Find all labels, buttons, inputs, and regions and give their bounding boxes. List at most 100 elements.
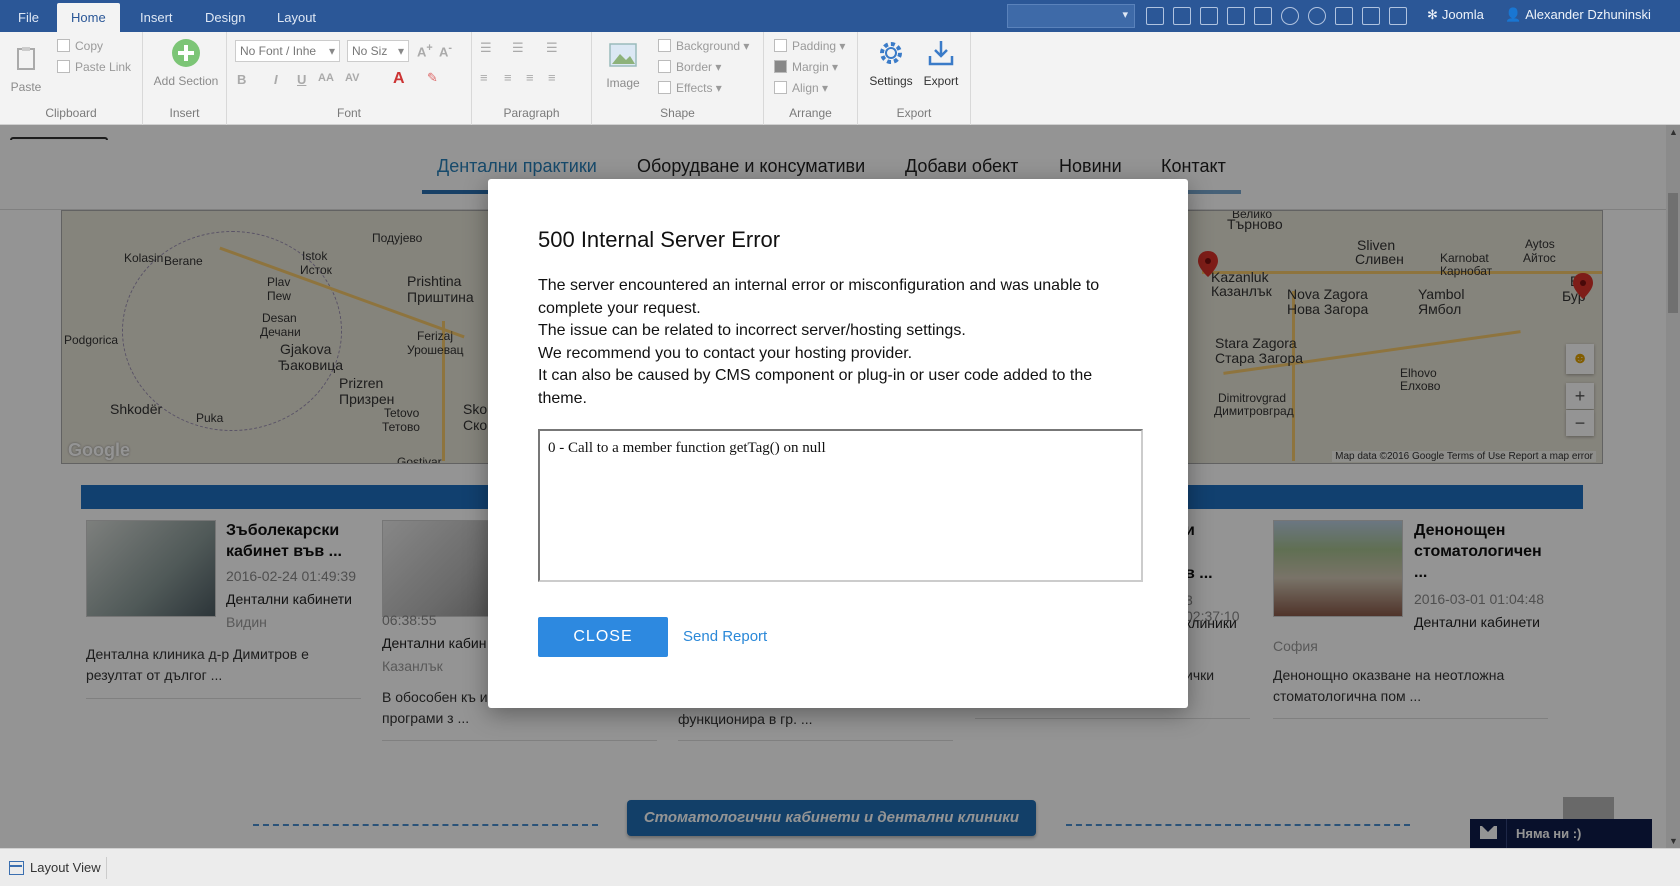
align-label: Align xyxy=(792,81,819,95)
align-center-icon[interactable]: ≡ xyxy=(504,70,512,85)
gear-icon xyxy=(880,42,902,64)
dialog-message-line: The issue can be related to incorrect se… xyxy=(538,322,966,339)
border-icon xyxy=(658,60,671,73)
paragraph-group-label: Paragraph xyxy=(503,106,560,120)
italic-icon[interactable]: I xyxy=(274,72,278,87)
background-label: Background xyxy=(676,39,741,53)
close-button[interactable]: CLOSE xyxy=(538,617,668,657)
globe-icon[interactable] xyxy=(1281,7,1299,25)
letter-spacing-icon[interactable]: AV xyxy=(345,72,359,84)
grow-font-icon[interactable]: A+ xyxy=(417,42,433,59)
layout-view-icon[interactable] xyxy=(9,861,24,875)
dialog-message-line: We recommend you to contact your hosting… xyxy=(538,344,913,362)
margin-label: Margin xyxy=(792,60,829,74)
shrink-font-icon[interactable]: A- xyxy=(439,42,452,59)
page-select[interactable] xyxy=(1007,4,1135,28)
clear-format-icon[interactable]: ✎ xyxy=(427,70,438,86)
indent-icon[interactable]: ☰ xyxy=(546,40,558,56)
dialog-message: The server encountered an internal error… xyxy=(538,275,1118,410)
font-group: No Font / Inhe No Siz A+ A- B I U AA AV … xyxy=(227,32,472,125)
clipboard-group-label: Clipboard xyxy=(45,106,97,120)
refresh-icon[interactable] xyxy=(1308,7,1326,25)
align-icon xyxy=(774,81,787,94)
export-button[interactable]: Export xyxy=(920,38,962,88)
align-button[interactable]: Align ▾ xyxy=(774,81,828,95)
background-icon xyxy=(658,39,671,52)
background-button[interactable]: Background ▾ xyxy=(658,39,749,53)
send-report-link[interactable]: Send Report xyxy=(683,628,767,645)
padding-icon xyxy=(774,39,787,52)
justify-icon[interactable]: ≡ xyxy=(548,70,556,85)
copy-icon xyxy=(57,39,70,52)
export-group: Settings Export Export xyxy=(858,32,971,125)
paste-icon xyxy=(17,47,35,70)
image-label: Image xyxy=(606,76,640,90)
arrange-group-label: Arrange xyxy=(789,106,832,120)
ribbon: Paste Copy Paste Link Clipboard Add Sect… xyxy=(0,32,1680,125)
arrange-group: Padding ▾ Margin ▾ Align ▾ Arrange xyxy=(764,32,858,125)
border-button[interactable]: Border ▾ xyxy=(658,60,721,74)
font-group-label: Font xyxy=(336,106,361,120)
align-right-icon[interactable]: ≡ xyxy=(526,70,534,85)
error-dialog: 500 Internal Server Error The server enc… xyxy=(488,179,1188,708)
paragraph-group: ☰ ☰ ☰ ≡ ≡ ≡ ≡ Paragraph xyxy=(472,32,592,125)
settings-label: Settings xyxy=(869,74,913,88)
save-icon[interactable] xyxy=(1254,7,1272,25)
paste-label: Paste xyxy=(10,80,42,94)
line-spacing-icon[interactable]: ☰ xyxy=(480,40,492,56)
tab-layout[interactable]: Layout xyxy=(263,3,330,32)
align-left-icon[interactable]: ≡ xyxy=(480,70,488,85)
paste-link-label: Paste Link xyxy=(75,60,132,74)
margin-icon xyxy=(774,60,787,73)
tablet-view-icon[interactable] xyxy=(1200,7,1218,25)
preview-icon[interactable] xyxy=(1389,7,1407,25)
error-details-textarea[interactable]: 0 - Call to a member function getTag() o… xyxy=(538,429,1143,582)
image-icon xyxy=(609,43,637,67)
add-section-button[interactable]: Add Section xyxy=(151,38,221,88)
tab-home[interactable]: Home xyxy=(57,3,120,32)
list-icon[interactable]: ☰ xyxy=(512,40,524,56)
clipboard-group: Paste Copy Paste Link Clipboard xyxy=(0,32,143,125)
joomla-icon: ✻ xyxy=(1427,7,1438,22)
effects-button[interactable]: Effects ▾ xyxy=(658,81,722,95)
paste-link-button[interactable]: Paste Link xyxy=(57,60,131,74)
margin-button[interactable]: Margin ▾ xyxy=(774,60,838,74)
dialog-message-line: The server encountered an internal error… xyxy=(538,277,1100,317)
desktop-view-icon[interactable] xyxy=(1146,7,1164,25)
user-icon: 👤 xyxy=(1505,7,1522,22)
effects-label: Effects xyxy=(676,81,713,95)
shape-group-label: Shape xyxy=(660,106,695,120)
joomla-link[interactable]: ✻ Joomla xyxy=(1427,7,1484,23)
copy-button[interactable]: Copy xyxy=(57,39,103,53)
dialog-title: 500 Internal Server Error xyxy=(538,227,781,252)
bold-icon[interactable]: B xyxy=(237,72,246,87)
padding-button[interactable]: Padding ▾ xyxy=(774,39,845,53)
effects-icon xyxy=(658,81,671,94)
redo-icon[interactable] xyxy=(1362,7,1380,25)
status-bar: Layout View xyxy=(0,848,1680,886)
ribbon-tabbar: File Home Insert Design Layout ✻Joomla 👤… xyxy=(0,0,1680,32)
add-section-label: Add Section xyxy=(153,74,219,88)
tab-file[interactable]: File xyxy=(4,3,53,32)
settings-button[interactable]: Settings xyxy=(866,38,916,88)
phone-view-icon[interactable] xyxy=(1227,7,1245,25)
font-color-icon[interactable]: A xyxy=(393,70,405,88)
undo-icon[interactable] xyxy=(1335,7,1353,25)
underline-icon[interactable]: U xyxy=(297,72,306,87)
layout-view-label[interactable]: Layout View xyxy=(30,860,101,875)
font-size-select[interactable]: No Siz xyxy=(347,40,409,62)
insert-group: Add Section Insert xyxy=(143,32,227,125)
user-menu[interactable]: 👤 Alexander Dzhuninski xyxy=(1505,7,1651,23)
dialog-message-line: It can also be caused by CMS component o… xyxy=(538,367,1093,407)
font-family-select[interactable]: No Font / Inhe xyxy=(235,40,340,62)
tab-design[interactable]: Design xyxy=(191,3,259,32)
padding-label: Padding xyxy=(792,39,837,53)
change-case-icon[interactable]: AA xyxy=(318,72,334,84)
tab-insert[interactable]: Insert xyxy=(126,3,187,32)
joomla-label: Joomla xyxy=(1441,7,1484,22)
status-separator xyxy=(106,857,107,879)
laptop-view-icon[interactable] xyxy=(1173,7,1191,25)
export-icon xyxy=(928,41,954,66)
image-button[interactable]: Image xyxy=(602,40,644,90)
paste-button[interactable]: Paste xyxy=(8,44,44,94)
